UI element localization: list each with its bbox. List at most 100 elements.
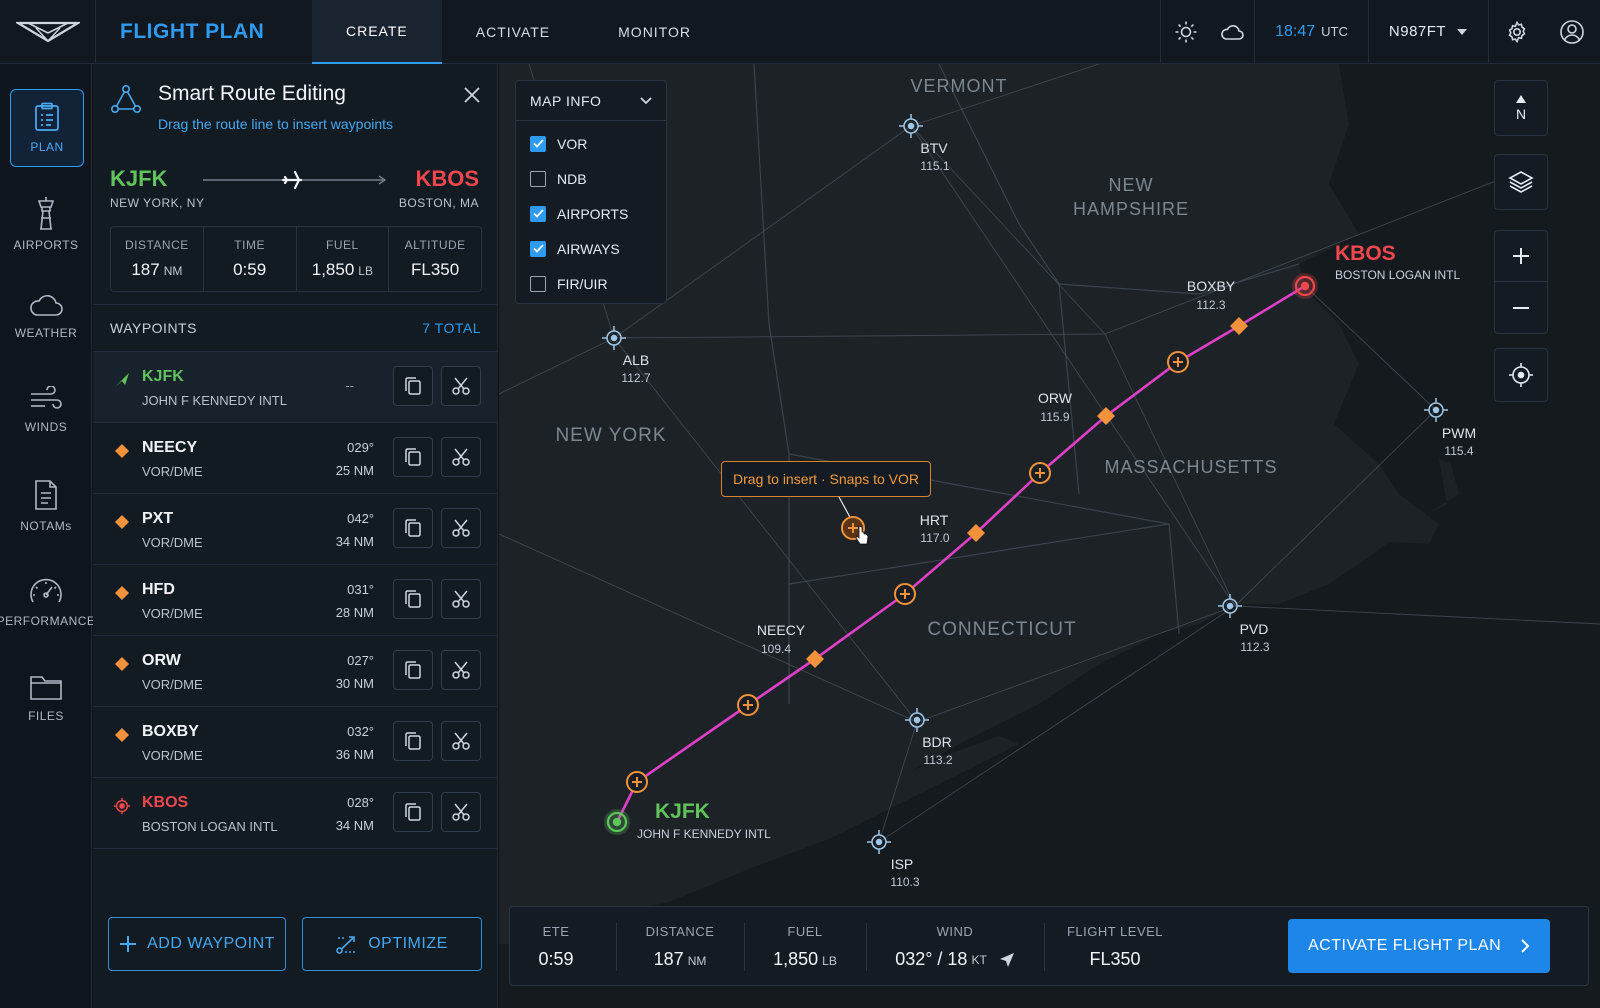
copy-waypoint-button[interactable] — [393, 650, 433, 690]
aircraft-selector[interactable]: N987FT — [1368, 0, 1488, 64]
close-panel-button[interactable] — [459, 82, 485, 108]
map-info-toggle[interactable]: MAP INFO — [516, 81, 666, 121]
settings-button[interactable] — [1488, 0, 1544, 64]
insert-handle[interactable] — [1029, 462, 1051, 484]
sidenav-item-plan[interactable]: PLAN — [10, 89, 84, 167]
waypoints-label: WAYPOINTS — [110, 320, 197, 336]
zoom-in-button[interactable] — [1495, 231, 1547, 282]
summary-fuel: FUEL 1,850 LB — [744, 907, 866, 987]
waypoint-row-neecy[interactable]: NEECY VOR/DME 029° 25 NM — [93, 423, 498, 494]
waypoint-row-kbos[interactable]: KBOS BOSTON LOGAN INTL 028° 34 NM — [93, 778, 498, 849]
copy-waypoint-button[interactable] — [393, 437, 433, 477]
insert-handle[interactable] — [1167, 351, 1189, 373]
state-label-vermont: VERMONT — [911, 76, 1008, 96]
add-waypoint-button[interactable]: ADD WAYPOINT — [108, 917, 286, 971]
waypoint-row-boxby[interactable]: BOXBY VOR/DME 032° 36 NM — [93, 707, 498, 778]
activate-flight-plan-button[interactable]: ACTIVATE FLIGHT PLAN — [1288, 919, 1550, 973]
scissors-icon — [452, 377, 470, 395]
checkbox-unchecked[interactable] — [530, 170, 546, 187]
optimize-label: OPTIMIZE — [368, 935, 448, 952]
cut-waypoint-button[interactable] — [441, 366, 481, 406]
sidenav-item-files[interactable]: FILES — [0, 656, 92, 740]
sidenav-item-winds[interactable]: WINDS — [0, 368, 92, 452]
center-location-button[interactable] — [1494, 348, 1548, 402]
copy-waypoint-button[interactable] — [393, 721, 433, 761]
waypoint-row-pxt[interactable]: PXT VOR/DME 042° 34 NM — [93, 494, 498, 565]
checkbox-unchecked[interactable] — [530, 275, 546, 292]
map-info-title: MAP INFO — [530, 92, 602, 109]
insert-handle[interactable] — [626, 771, 648, 793]
copy-icon — [405, 661, 421, 679]
waypoint-row-hfd[interactable]: HFD VOR/DME 031° 28 NM — [93, 565, 498, 636]
layer-label: AIRPORTS — [557, 205, 629, 222]
cut-waypoint-button[interactable] — [441, 721, 481, 761]
cut-waypoint-button[interactable] — [441, 579, 481, 619]
waypoint-heading: 028° — [347, 795, 374, 810]
navaid-id: BOXBY — [1187, 278, 1236, 294]
stat-label: ALTITUDE — [404, 238, 466, 252]
cloud-icon — [30, 295, 63, 316]
layer-toggle-airports[interactable]: AIRPORTS — [516, 196, 666, 231]
navaid-id: ALB — [623, 352, 649, 368]
cut-waypoint-button[interactable] — [441, 650, 481, 690]
stat-value: 187 — [131, 260, 160, 279]
sidenav-item-airports[interactable]: AIRPORTS — [0, 182, 92, 266]
weather-toggle[interactable] — [1210, 0, 1254, 64]
optimize-route-button[interactable]: OPTIMIZE — [302, 917, 482, 971]
waypoint-type: VOR/DME — [142, 464, 203, 479]
copy-waypoint-button[interactable] — [393, 579, 433, 619]
waypoint-name: ORW — [142, 652, 181, 669]
summary-value: 032° / 18 — [895, 949, 968, 969]
zoom-out-button[interactable] — [1495, 282, 1547, 333]
cut-waypoint-button[interactable] — [441, 437, 481, 477]
sidenav-label-files: FILES — [28, 709, 64, 723]
north-up-button[interactable]: N — [1494, 80, 1548, 136]
waypoint-row-orw[interactable]: ORW VOR/DME 027° 30 NM — [93, 636, 498, 707]
cut-waypoint-button[interactable] — [441, 508, 481, 548]
summary-flight-level: FLIGHT LEVEL FL350 — [1044, 907, 1186, 987]
north-label: N — [1515, 106, 1527, 122]
stat-label: DISTANCE — [124, 238, 189, 252]
sidenav-item-notams[interactable]: NOTAMs — [0, 464, 92, 548]
route-map[interactable]: VERMONT NEW HAMPSHIRE NEW YORK MASSACHUS… — [499, 64, 1600, 1008]
insert-handle[interactable] — [894, 583, 916, 605]
panel-title: Smart Route Editing — [158, 82, 346, 105]
utc-clock: 18:47 UTC — [1254, 0, 1368, 64]
brand-logo[interactable] — [0, 0, 96, 64]
route-summary-stats: DISTANCE 187 NM TIME 0:59 FUEL 1,850 LB AL… — [110, 226, 482, 292]
copy-icon — [405, 519, 421, 537]
destination-city: BOSTON, MA — [398, 196, 479, 210]
copy-waypoint-button[interactable] — [393, 508, 433, 548]
waypoint-row-kjfk[interactable]: KJFK JOHN F KENNEDY INTL -- — [93, 352, 498, 423]
layer-toggle-ndb[interactable]: NDB — [516, 161, 666, 196]
cut-waypoint-button[interactable] — [441, 792, 481, 832]
insert-handle[interactable] — [737, 694, 759, 716]
tab-activate[interactable]: ACTIVATE — [442, 0, 584, 64]
stat-unit: LB — [358, 264, 373, 278]
layer-toggle-vor[interactable]: VOR — [516, 126, 666, 161]
gauge-icon — [30, 578, 62, 603]
tab-monitor[interactable]: MONITOR — [584, 0, 725, 64]
checkbox-checked[interactable] — [530, 135, 546, 152]
chevron-down-icon — [1457, 28, 1468, 35]
copy-icon — [405, 377, 421, 395]
stat-distance: DISTANCE 187 NM — [111, 227, 204, 291]
sidenav-item-weather[interactable]: WEATHER — [0, 274, 92, 358]
checkbox-checked[interactable] — [530, 240, 546, 257]
checkbox-checked[interactable] — [530, 205, 546, 222]
navaid-id: HRT — [920, 512, 949, 528]
layer-toggle-fir-uir[interactable]: FIR/UIR — [516, 266, 666, 301]
copy-waypoint-button[interactable] — [393, 366, 433, 406]
user-profile-button[interactable] — [1544, 0, 1600, 64]
minus-icon — [1513, 306, 1529, 309]
map-info-panel: MAP INFO VOR NDB AIRPORTS AIRWAYS FIR/UI… — [515, 80, 667, 304]
tab-create[interactable]: CREATE — [312, 0, 442, 64]
sun-toggle[interactable] — [1160, 0, 1210, 64]
sidenav-item-performance[interactable]: PERFORMANCE — [0, 560, 95, 644]
scissors-icon — [452, 590, 470, 608]
waypoint-heading: 032° — [347, 724, 374, 739]
map-layers-button[interactable] — [1494, 154, 1548, 210]
airport-name: BOSTON LOGAN INTL — [1335, 268, 1460, 282]
layer-toggle-airways[interactable]: AIRWAYS — [516, 231, 666, 266]
copy-waypoint-button[interactable] — [393, 792, 433, 832]
